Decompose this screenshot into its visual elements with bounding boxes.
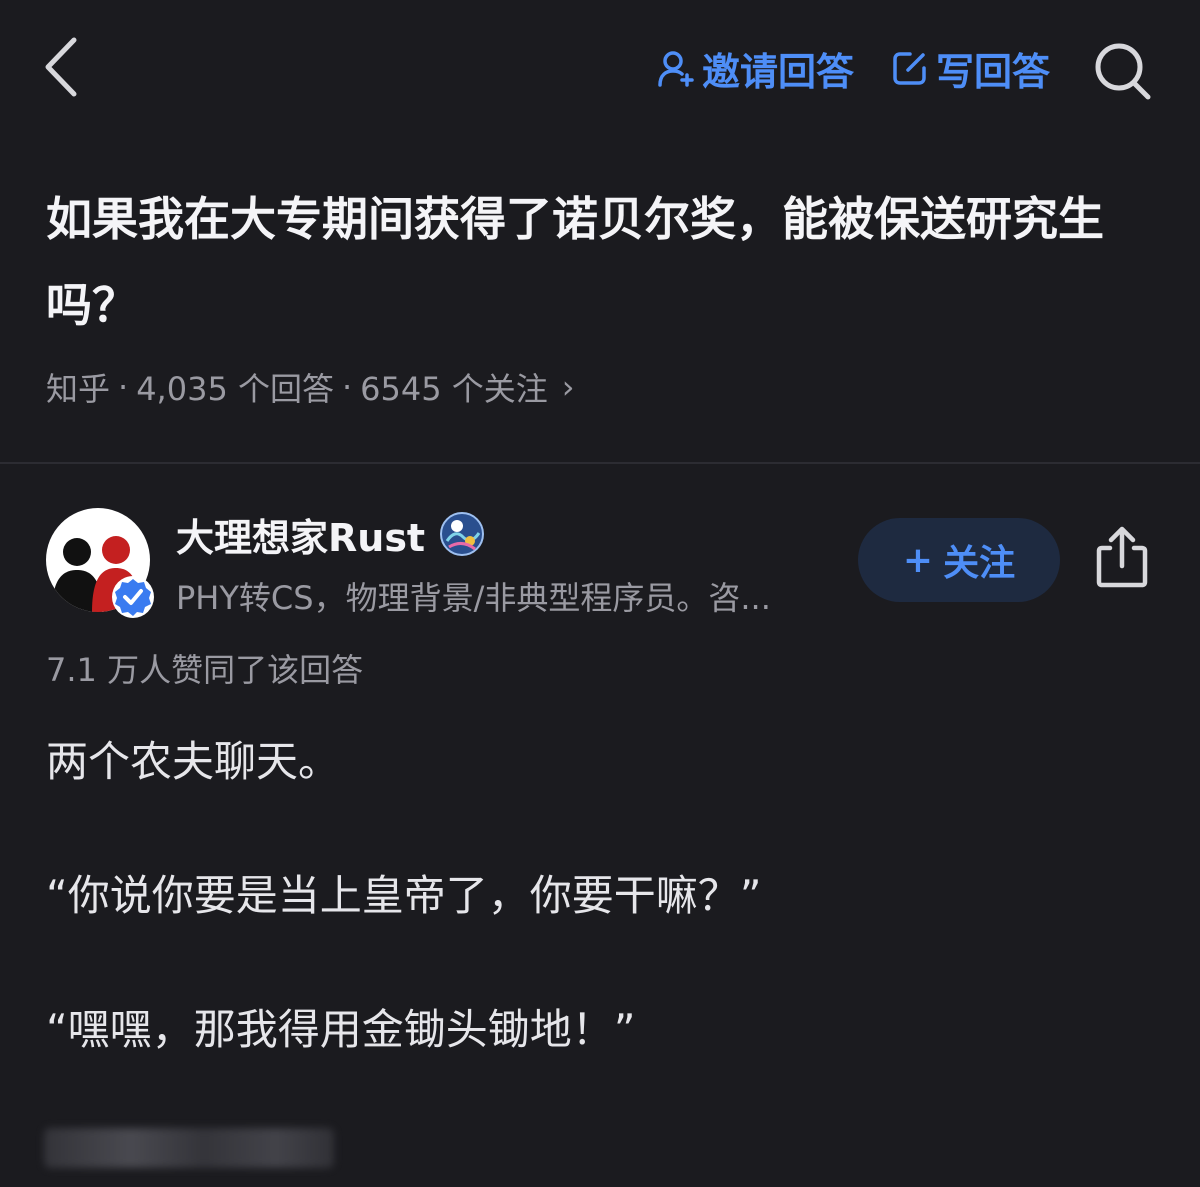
meta-separator: · — [118, 368, 129, 406]
verified-check-icon — [112, 576, 154, 618]
blurred-text — [44, 1128, 334, 1168]
chevron-left-icon — [45, 37, 77, 97]
answer-paragraph: “你说你要是当上皇帝了，你要干嘛？” — [46, 871, 762, 920]
person-add-icon — [658, 51, 694, 87]
answer-paragraph: 两个农夫聊天。 — [46, 737, 341, 786]
invite-answer-button[interactable]: 邀请回答 — [656, 40, 854, 96]
author-name[interactable]: 大理想家Rust — [176, 504, 485, 564]
invite-answer-label: 邀请回答 — [702, 49, 855, 94]
creator-badge-icon — [440, 512, 485, 556]
share-icon — [1096, 526, 1148, 588]
search-icon — [1095, 43, 1151, 100]
author-name-text: 大理想家Rust — [176, 515, 426, 560]
meta-separator: · — [341, 368, 353, 406]
back-button[interactable] — [38, 32, 88, 102]
share-button[interactable] — [1094, 524, 1150, 590]
write-answer-label: 写回答 — [936, 49, 1051, 94]
answer-paragraph: “嘿嘿，那我得用金锄头锄地！” — [46, 1005, 636, 1054]
write-answer-button[interactable]: 写回答 — [890, 40, 1050, 96]
follow-button[interactable]: + 关注 — [858, 518, 1060, 602]
question-source: 知乎 — [46, 370, 111, 408]
search-button[interactable] — [1090, 38, 1156, 104]
question-meta[interactable]: 知乎 · 4,035 个回答 · 6545 个关注 › — [46, 362, 575, 412]
edit-icon — [893, 52, 926, 85]
author-bio: PHY转CS，物理背景/非典型程序员。咨... — [176, 579, 771, 617]
chevron-right-icon: › — [561, 368, 575, 406]
follow-label: 关注 — [943, 543, 1016, 584]
plus-icon: + — [902, 539, 934, 581]
divider — [0, 462, 1200, 464]
follower-count: 6545 个关注 — [360, 370, 548, 408]
question-title[interactable]: 如果我在大专期间获得了诺贝尔奖，能被保送研究生吗？ — [46, 176, 1156, 348]
upvote-count: 7.1 万人赞同了该回答 — [46, 651, 364, 689]
top-bar: 邀请回答 写回答 — [0, 0, 1200, 130]
answer-count: 4,035 个回答 — [136, 370, 334, 408]
